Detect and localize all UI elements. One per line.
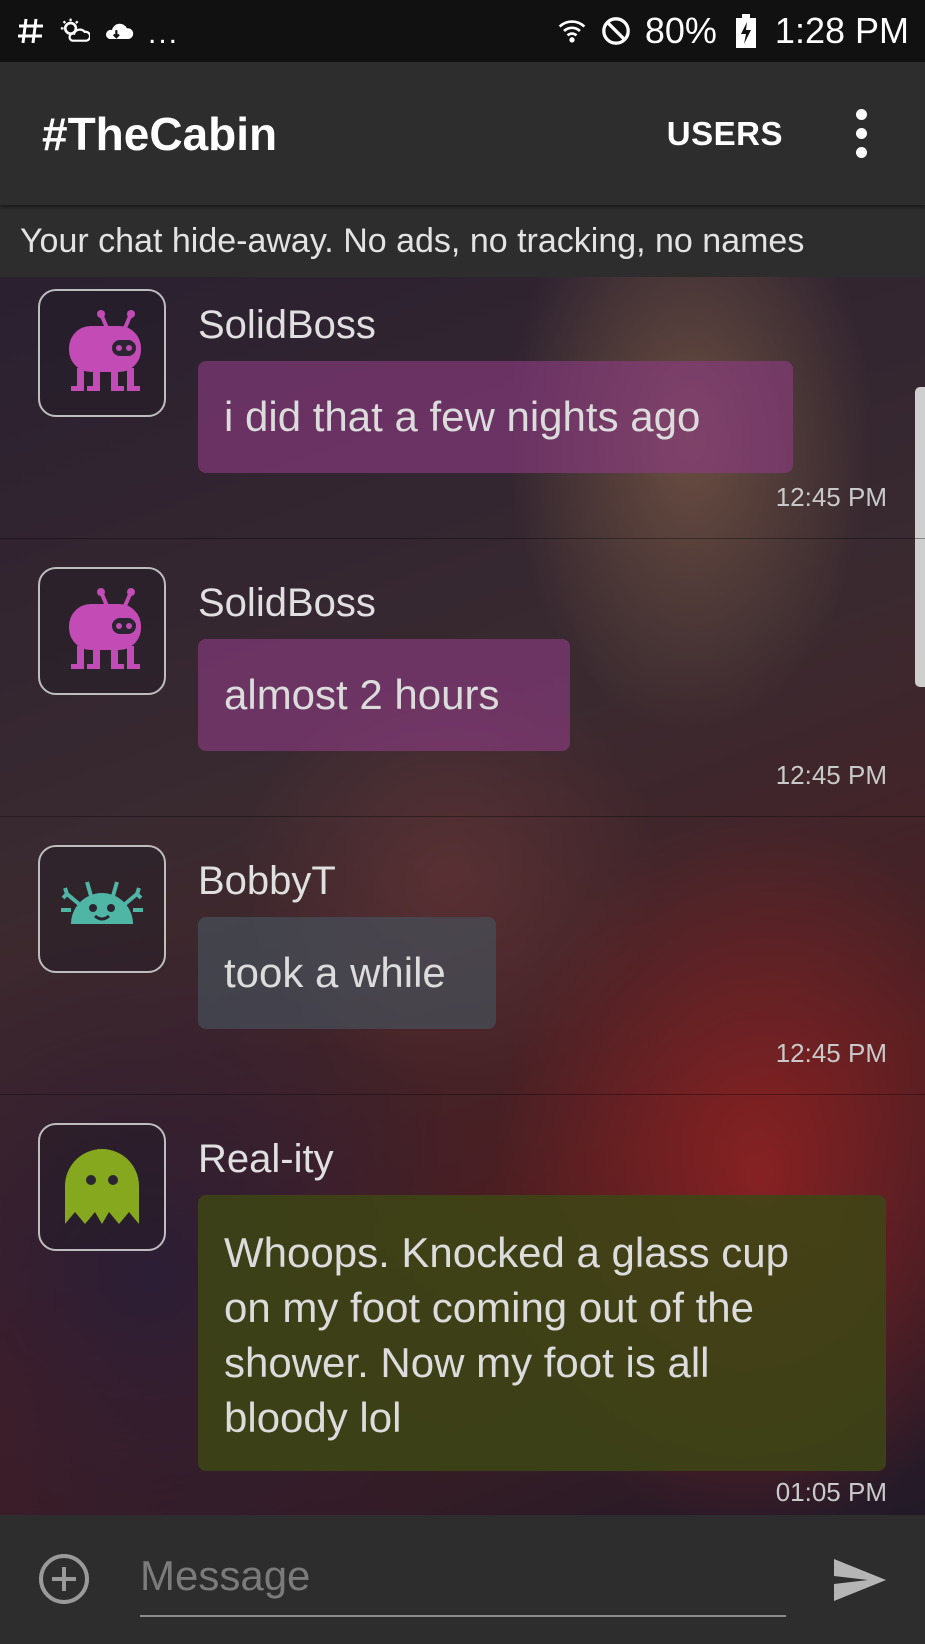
status-bar: ... 80% 1:28 PM xyxy=(0,0,925,62)
message-username[interactable]: Real-ity xyxy=(198,1137,334,1182)
app-bar: #TheCabin USERS xyxy=(0,62,925,205)
battery-charging-icon xyxy=(731,14,761,48)
message-item[interactable]: SolidBoss almost 2 hours 12:45 PM xyxy=(0,539,925,817)
wifi-icon xyxy=(557,16,587,46)
pink-robot-avatar[interactable] xyxy=(38,567,166,695)
message-line: on my foot coming out of the xyxy=(224,1284,754,1331)
message-username[interactable]: SolidBoss xyxy=(198,303,376,348)
message-item[interactable]: Real-ity Whoops. Knocked a glass cup on … xyxy=(0,1095,925,1515)
message-bubble[interactable]: i did that a few nights ago xyxy=(198,361,793,473)
message-composer xyxy=(0,1515,925,1644)
message-input[interactable] xyxy=(140,1537,786,1617)
message-line: shower. Now my foot is all xyxy=(224,1339,710,1386)
clock: 1:28 PM xyxy=(774,10,909,51)
message-username[interactable]: BobbyT xyxy=(198,859,336,904)
send-icon[interactable] xyxy=(832,1555,888,1605)
channel-topic: Your chat hide-away. No ads, no tracking… xyxy=(20,221,805,260)
more-notifications-indicator: ... xyxy=(148,17,180,50)
message-bubble[interactable]: took a while xyxy=(198,917,496,1029)
message-timestamp: 12:45 PM xyxy=(775,1038,887,1068)
message-item[interactable]: SolidBoss i did that a few nights ago 12… xyxy=(0,277,925,539)
weather-icon xyxy=(60,16,90,46)
message-bubble[interactable]: Whoops. Knocked a glass cup on my foot c… xyxy=(198,1195,886,1471)
message-username[interactable]: SolidBoss xyxy=(198,581,376,626)
chat-message-list[interactable]: SolidBoss i did that a few nights ago 12… xyxy=(0,277,925,1515)
message-timestamp: 12:45 PM xyxy=(775,482,887,512)
status-right: 80% 1:28 PM xyxy=(557,10,909,52)
battery-percent: 80% xyxy=(644,10,717,51)
message-line: bloody lol xyxy=(224,1394,402,1441)
teal-bug-avatar[interactable] xyxy=(38,845,166,973)
channel-title: #TheCabin xyxy=(42,107,278,160)
users-button[interactable]: USERS xyxy=(667,115,783,153)
message-line: Whoops. Knocked a glass cup xyxy=(224,1229,789,1276)
message-timestamp: 01:05 PM xyxy=(775,1477,887,1507)
do-not-disturb-icon xyxy=(601,16,631,46)
message-bubble[interactable]: almost 2 hours xyxy=(198,639,570,751)
network-hash-icon xyxy=(16,16,46,46)
cloud-sync-icon xyxy=(104,16,134,46)
overflow-menu-icon[interactable] xyxy=(841,104,881,164)
message-item[interactable]: BobbyT took a while 12:45 PM xyxy=(0,817,925,1095)
green-ghost-avatar[interactable] xyxy=(38,1123,166,1251)
channel-topic-bar: Your chat hide-away. No ads, no tracking… xyxy=(0,205,925,277)
status-left: ... xyxy=(16,13,179,49)
add-attachment-icon[interactable] xyxy=(38,1553,90,1605)
message-timestamp: 12:45 PM xyxy=(775,760,887,790)
pink-robot-avatar[interactable] xyxy=(38,289,166,417)
